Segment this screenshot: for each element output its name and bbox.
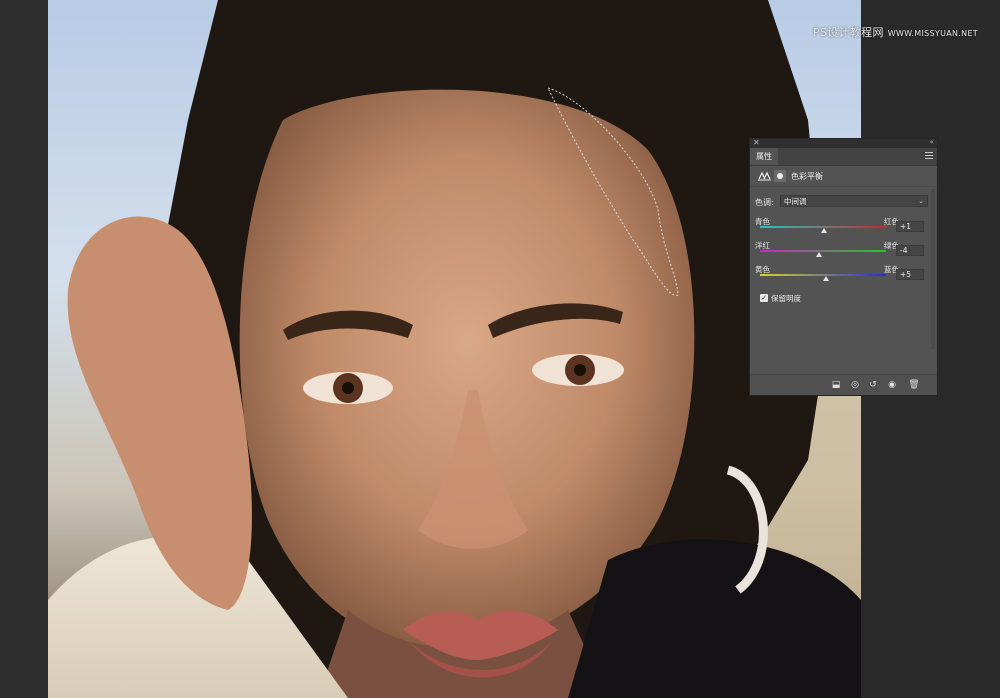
panel-footer: ⬓ ◎ ↺ ◉ 🗑: [750, 374, 937, 395]
watermark-text: PS设计教程网: [813, 26, 884, 39]
tab-properties[interactable]: 属性: [750, 148, 778, 165]
visibility-icon[interactable]: ◉: [886, 379, 898, 391]
color-balance-icon: [758, 171, 771, 181]
reset-icon[interactable]: ↺: [867, 379, 879, 391]
slider-value-input[interactable]: -4: [896, 245, 924, 256]
preserve-luminosity-label: 保留明度: [771, 294, 801, 303]
slider-thumb[interactable]: [821, 228, 828, 233]
slider-thumb[interactable]: [816, 252, 823, 257]
panel-menu-icon[interactable]: [925, 151, 933, 159]
panel-tabbar: 属性: [750, 148, 937, 166]
view-previous-icon[interactable]: ◎: [849, 379, 861, 391]
panel-titlebar[interactable]: ✕ «: [750, 138, 937, 148]
properties-panel: ✕ « 属性 色彩平衡 色调: 中间调 ⌄ 青色 红色 +1 洋红 绿色 -4 …: [749, 138, 938, 396]
tone-select[interactable]: 中间调 ⌄: [780, 195, 928, 207]
watermark-url: WWW.MISSYUAN.NET: [887, 29, 978, 38]
mask-icon[interactable]: [774, 170, 786, 182]
adjustment-header: 色彩平衡: [750, 166, 937, 187]
slider-cyan-red: 青色 红色 +1: [755, 216, 936, 242]
tone-select-value: 中间调: [784, 197, 807, 206]
tone-label: 色调:: [755, 198, 774, 207]
canvas-photo[interactable]: [48, 0, 861, 698]
slider-yellow-blue: 黄色 蓝色 +5: [755, 264, 936, 290]
left-pasteboard: [0, 0, 48, 698]
trash-icon[interactable]: 🗑: [908, 379, 920, 391]
chevron-down-icon: ⌄: [918, 197, 924, 205]
portrait-image: [48, 0, 861, 698]
close-icon[interactable]: ✕: [753, 138, 760, 147]
watermark: PS设计教程网 WWW.MISSYUAN.NET: [813, 24, 978, 40]
collapse-icon[interactable]: «: [930, 138, 934, 147]
slider-track[interactable]: [760, 250, 886, 252]
slider-magenta-green: 洋红 绿色 -4: [755, 240, 936, 266]
panel-scrollbar[interactable]: [931, 189, 935, 349]
clip-to-layer-icon[interactable]: ⬓: [830, 379, 842, 391]
slider-thumb[interactable]: [822, 276, 829, 281]
adjustment-name: 色彩平衡: [791, 172, 823, 181]
slider-value-input[interactable]: +1: [896, 221, 924, 232]
slider-value-input[interactable]: +5: [896, 269, 924, 280]
tone-row: 色调: 中间调 ⌄: [754, 195, 932, 208]
preserve-luminosity-checkbox[interactable]: ✓: [760, 294, 768, 302]
